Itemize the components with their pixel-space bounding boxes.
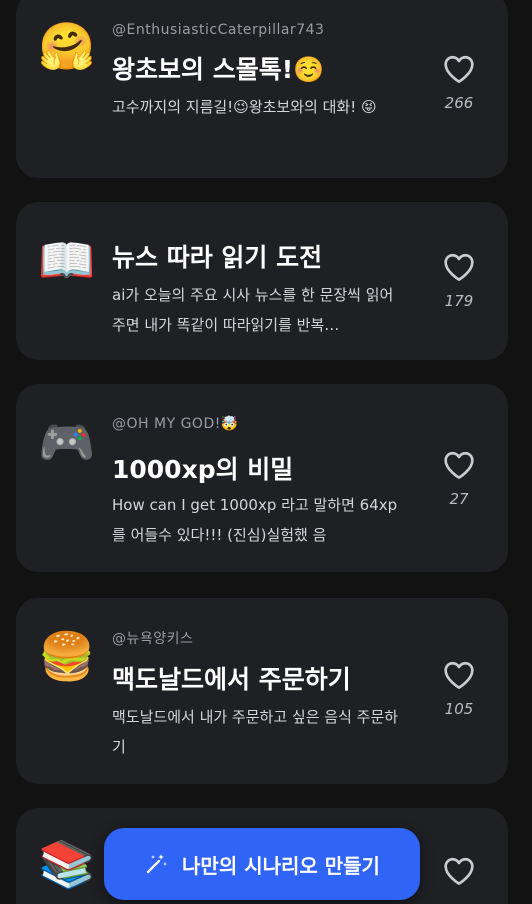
scenario-author: @뉴욕양키스: [112, 631, 194, 647]
scenario-card[interactable]: 🎮 @OH MY GOD!🤯 1000xp의 비밀 How can I get …: [16, 384, 508, 572]
like-count: 105: [444, 700, 474, 718]
scenario-title: 1000xp의 비밀: [112, 455, 294, 484]
create-my-scenario-button[interactable]: 나만의 시나리오 만들기: [104, 828, 420, 900]
magic-wand-icon: [146, 854, 168, 874]
heart-icon[interactable]: [443, 660, 475, 690]
game-controller-emoji-icon: 🎮: [38, 415, 96, 469]
heart-icon[interactable]: [443, 54, 475, 84]
scenario-card[interactable]: 🤗 @EnthusiasticCaterpillar743 왕초보의 스몰톡!☺…: [16, 0, 508, 178]
scenario-description: How can I get 1000xp 라고 말하면 64xp를 어들수 있다…: [112, 496, 398, 544]
heart-icon[interactable]: [443, 450, 475, 480]
scenario-description: 맥도날드에서 내가 주문하고 싶은 음식 주문하기: [112, 708, 399, 756]
like-count: 179: [444, 292, 474, 310]
hugging-face-emoji-icon: 🤗: [38, 19, 96, 73]
books-emoji-icon: 📚: [38, 837, 96, 891]
like-count: 27: [449, 490, 469, 508]
scenario-author: @OH MY GOD!🤯: [112, 416, 239, 432]
scenario-author: @EnthusiasticCaterpillar743: [112, 22, 325, 38]
scenario-title: 맥도날드에서 주문하기: [112, 665, 351, 694]
scenario-description: ai가 오늘의 주요 시사 뉴스를 한 문장씩 읽어주면 내가 똑같이 따라읽기…: [112, 286, 394, 334]
scenario-card[interactable]: 🍔 @뉴욕양키스 맥도날드에서 주문하기 맥도날드에서 내가 주문하고 싶은 음…: [16, 598, 508, 784]
create-button-label: 나만의 시나리오 만들기: [182, 853, 380, 878]
hamburger-emoji-icon: 🍔: [38, 629, 96, 683]
like-count: 266: [444, 94, 474, 112]
open-book-emoji-icon: 📖: [38, 233, 96, 287]
like-area: 266: [436, 54, 482, 112]
like-area: 27: [436, 450, 482, 508]
scenario-list-screen: 🤗 @EnthusiasticCaterpillar743 왕초보의 스몰톡!☺…: [0, 0, 532, 904]
heart-icon[interactable]: [443, 856, 475, 886]
like-area: 105: [436, 660, 482, 718]
scenario-title: 왕초보의 스몰톡!☺️: [112, 55, 325, 84]
heart-icon[interactable]: [443, 252, 475, 282]
like-area: 179: [436, 252, 482, 310]
scenario-title: 뉴스 따라 읽기 도전: [112, 243, 323, 272]
scenario-card[interactable]: 📖 뉴스 따라 읽기 도전 ai가 오늘의 주요 시사 뉴스를 한 문장씩 읽어…: [16, 202, 508, 360]
scenario-description: 고수까지의 지름길!😉왕초보와의 대화! 😝: [112, 98, 377, 116]
like-area: [436, 856, 482, 886]
